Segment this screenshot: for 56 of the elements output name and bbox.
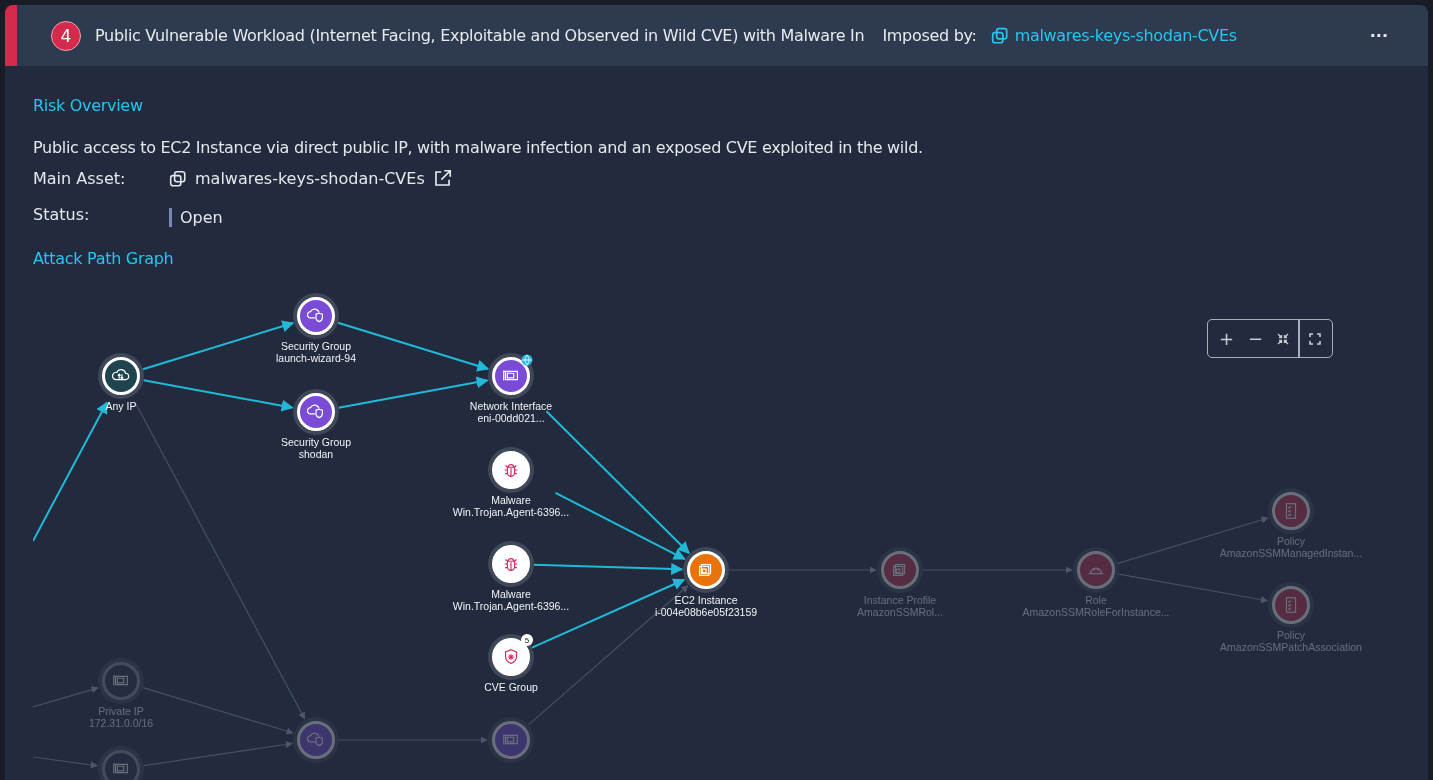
zoom-out-button[interactable]: − <box>1241 323 1270 354</box>
copy-icon <box>990 26 1009 45</box>
connection-arrow <box>33 756 98 769</box>
node-name-label: i-004e08b6e05f23159 <box>653 606 759 618</box>
finding-title: Public Vulnerable Workload (Internet Facing, Exploitable and Observed in Wild CVE) with Malware In <box>95 26 865 45</box>
node-name-label: Win.Trojan.Agent-6396... <box>451 506 571 518</box>
imposed-by-link[interactable]: malwares-keys-shodan-CVEs <box>1014 26 1237 45</box>
more-menu-button[interactable]: ··· <box>1365 26 1392 45</box>
node-name-label: AmazonSSMRol... <box>856 606 944 618</box>
security-group-node[interactable] <box>297 721 335 759</box>
imposed-by-label: Imposed by: <box>882 26 977 45</box>
node-name-label: launch-wizard-94 <box>275 352 357 364</box>
instance-profile-node[interactable] <box>881 551 919 589</box>
node-type-label: Private IP <box>97 705 145 717</box>
node-name-label: eni-00dd021... <box>476 412 546 424</box>
status-label: Status: <box>33 205 91 224</box>
node-name-label: AmazonSSMRoleForInstance... <box>1021 606 1171 618</box>
node-type-label: Role <box>1084 594 1108 606</box>
status-value: Open <box>169 208 223 227</box>
count-badge: 5 <box>521 634 533 646</box>
security-group-node[interactable] <box>297 393 335 431</box>
copy-icon <box>169 169 187 188</box>
network-interface-node[interactable] <box>492 721 530 759</box>
finding-number: 4 <box>51 20 81 51</box>
node-type-label: Policy <box>1276 535 1306 547</box>
policy-node[interactable] <box>1272 586 1310 624</box>
node-name-label: AmazonSSMPatchAssociation <box>1219 641 1363 653</box>
any-ip-node[interactable] <box>102 357 140 395</box>
node-type-label: Malware <box>490 494 532 506</box>
main-asset-label: Main Asset: <box>33 169 127 188</box>
node-name-label: 172.31.0.0/16 <box>87 717 155 729</box>
node-type-label: Malware <box>490 588 532 600</box>
private-ip-node[interactable] <box>102 662 140 700</box>
connection-arrow <box>33 686 99 708</box>
node-name-label: shodan <box>297 448 335 460</box>
node-name-label: AmazonSSMManagedInstan... <box>1218 547 1364 559</box>
private-ip-node[interactable] <box>102 750 140 780</box>
node-type-label: CVE Group <box>483 681 539 693</box>
zoom-in-button[interactable]: + <box>1212 323 1241 354</box>
node-type-label: Security Group <box>280 340 352 352</box>
risk-description: Public access to EC2 Instance via direct public IP, with malware infection and an exposed CVE exploited in the wild. <box>33 138 924 157</box>
section-heading: Attack Path Graph <box>33 249 175 270</box>
external-link-icon[interactable] <box>432 169 452 188</box>
main-asset-name: malwares-keys-shodan-CVEs <box>195 169 425 188</box>
node-type-label: Policy <box>1276 629 1306 641</box>
node-type-label: Network Interface <box>468 400 554 412</box>
policy-node[interactable] <box>1272 492 1310 530</box>
section-heading: Risk Overview <box>33 96 144 117</box>
node-type-label: Security Group <box>280 436 352 448</box>
ec2-instance-node[interactable] <box>687 551 725 589</box>
node-name-label: Win.Trojan.Agent-6396... <box>451 600 571 612</box>
role-node[interactable] <box>1077 551 1115 589</box>
security-group-node[interactable] <box>297 297 335 335</box>
node-type-label: EC2 Instance <box>673 594 739 606</box>
node-type-label: Instance Profile <box>862 594 938 606</box>
severity-stripe <box>5 5 17 66</box>
